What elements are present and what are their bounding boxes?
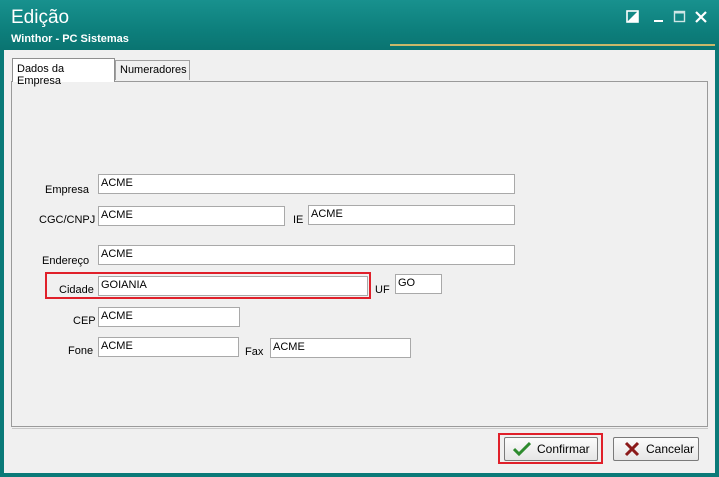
- ie-label: IE: [293, 214, 304, 226]
- cancel-button-label: Cancelar: [646, 442, 695, 456]
- x-icon: [624, 441, 642, 457]
- empresa-label: Empresa: [45, 184, 90, 196]
- endereco-field[interactable]: ACME: [98, 245, 515, 265]
- window-title: Edição: [11, 7, 70, 28]
- cancel-button[interactable]: Cancelar: [613, 437, 699, 461]
- endereco-label: Endereço: [42, 255, 90, 267]
- uf-field[interactable]: GO: [395, 274, 442, 294]
- uf-label: UF: [375, 284, 390, 296]
- tab-numeradores[interactable]: Numeradores: [115, 60, 190, 80]
- cgc-cnpj-field[interactable]: ACME: [98, 206, 285, 226]
- fone-label: Fone: [68, 345, 94, 357]
- empresa-field[interactable]: ACME: [98, 174, 515, 194]
- edit-mode-icon[interactable]: [626, 9, 640, 23]
- cep-field[interactable]: ACME: [98, 307, 240, 327]
- window-subtitle: Winthor - PC Sistemas: [11, 33, 129, 45]
- cidade-field[interactable]: GOIANIA: [98, 276, 368, 296]
- fone-field[interactable]: ACME: [98, 337, 239, 357]
- ie-field[interactable]: ACME: [308, 205, 515, 225]
- confirm-button[interactable]: Confirmar: [504, 437, 598, 461]
- confirm-button-label: Confirmar: [537, 442, 590, 456]
- maximize-icon[interactable]: [673, 9, 687, 23]
- fax-label: Fax: [245, 346, 264, 358]
- title-decoration-line: [390, 44, 715, 46]
- edit-window: Edição Winthor - PC Sistemas Dados da Em…: [0, 0, 719, 477]
- tab-dados-da-empresa[interactable]: Dados da Empresa: [12, 58, 115, 87]
- fax-field[interactable]: ACME: [270, 338, 411, 358]
- minimize-icon[interactable]: [652, 9, 666, 23]
- cgc-cnpj-label: CGC/CNPJ: [39, 214, 96, 226]
- tab-panel: Empresa ACME CGC/CNPJ ACME IE ACME Ender…: [11, 81, 708, 427]
- checkmark-icon: [512, 441, 532, 457]
- footer-separator: [12, 428, 708, 429]
- cidade-label: Cidade: [59, 284, 94, 296]
- close-icon[interactable]: [694, 9, 708, 23]
- cep-label: CEP: [73, 315, 96, 327]
- client-area: Dados da Empresa Numeradores Empresa ACM…: [4, 50, 715, 473]
- title-bar[interactable]: Edição Winthor - PC Sistemas: [0, 0, 719, 50]
